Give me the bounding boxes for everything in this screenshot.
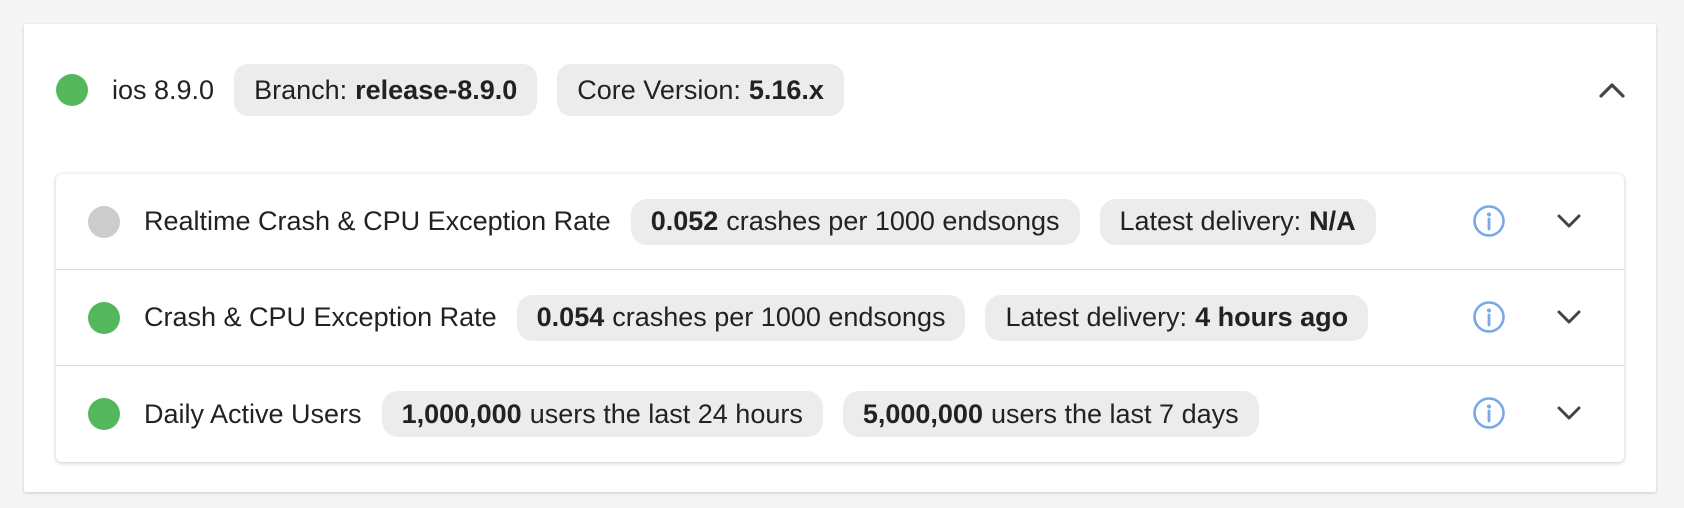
info-icon[interactable] <box>1472 396 1506 430</box>
branch-chip: Branch: release-8.9.0 <box>234 64 538 116</box>
info-icon[interactable] <box>1472 204 1506 238</box>
collapse-release-button[interactable] <box>1592 70 1632 110</box>
latest-delivery-value: N/A <box>1309 206 1356 236</box>
metric-row-crash-rate[interactable]: Crash & CPU Exception Rate 0.054 crashes… <box>56 270 1624 366</box>
metric-row-daily-active-users[interactable]: Daily Active Users 1,000,000 users the l… <box>56 366 1624 462</box>
latest-delivery-chip: Latest delivery: N/A <box>1099 198 1376 245</box>
core-version-chip: Core Version: 5.16.x <box>557 64 844 116</box>
chevron-down-icon <box>1557 406 1581 420</box>
metric-name: Crash & CPU Exception Rate <box>144 302 497 332</box>
metric-status-dot <box>88 205 120 238</box>
metric-value-suffix: users the last 24 hours <box>529 398 803 429</box>
latest-delivery-value: 4 hours ago <box>1195 302 1349 332</box>
expand-metric-button[interactable] <box>1552 396 1586 430</box>
metric-value: 0.052 <box>650 206 719 236</box>
metric-value: 0.054 <box>536 302 605 332</box>
info-icon[interactable] <box>1472 300 1506 334</box>
expand-metric-button[interactable] <box>1552 204 1586 238</box>
release-card: ios 8.9.0 Branch: release-8.9.0 Core Ver… <box>24 24 1656 492</box>
metric-row-realtime-crash-rate[interactable]: Realtime Crash & CPU Exception Rate 0.05… <box>56 174 1624 270</box>
release-name: ios 8.9.0 <box>112 74 215 105</box>
metric-value-chip: 1,000,000 users the last 24 hours <box>381 391 823 437</box>
metric-value-chip: 0.054 crashes per 1000 endsongs <box>516 294 966 341</box>
release-status-dot <box>56 74 88 106</box>
metric-name: Realtime Crash & CPU Exception Rate <box>144 206 611 236</box>
latest-delivery-label: Latest delivery: <box>1005 302 1188 332</box>
metric-value: 1,000,000 <box>401 398 522 429</box>
metric-value-suffix: crashes per 1000 endsongs <box>612 302 946 332</box>
weekly-users-value: 5,000,000 <box>862 398 983 429</box>
latest-delivery-label: Latest delivery: <box>1119 206 1302 236</box>
latest-delivery-chip: Latest delivery: 4 hours ago <box>985 294 1369 341</box>
chevron-down-icon <box>1557 310 1581 324</box>
core-version-label: Core Version: <box>577 74 741 105</box>
metric-status-dot <box>88 301 120 334</box>
metric-value-chip: 0.052 crashes per 1000 endsongs <box>630 198 1080 245</box>
metric-status-dot <box>88 398 120 430</box>
chevron-down-icon <box>1557 214 1581 228</box>
chevron-up-icon <box>1599 83 1625 98</box>
branch-value: release-8.9.0 <box>355 74 518 105</box>
release-header[interactable]: ios 8.9.0 Branch: release-8.9.0 Core Ver… <box>24 24 1656 156</box>
core-version-value: 5.16.x <box>748 74 824 105</box>
weekly-users-suffix: users the last 7 days <box>990 398 1239 429</box>
metrics-list: Realtime Crash & CPU Exception Rate 0.05… <box>56 174 1624 462</box>
weekly-users-chip: 5,000,000 users the last 7 days <box>842 391 1259 437</box>
metric-name: Daily Active Users <box>144 398 362 429</box>
expand-metric-button[interactable] <box>1552 300 1586 334</box>
branch-label: Branch: <box>254 74 348 105</box>
metric-value-suffix: crashes per 1000 endsongs <box>726 206 1060 236</box>
